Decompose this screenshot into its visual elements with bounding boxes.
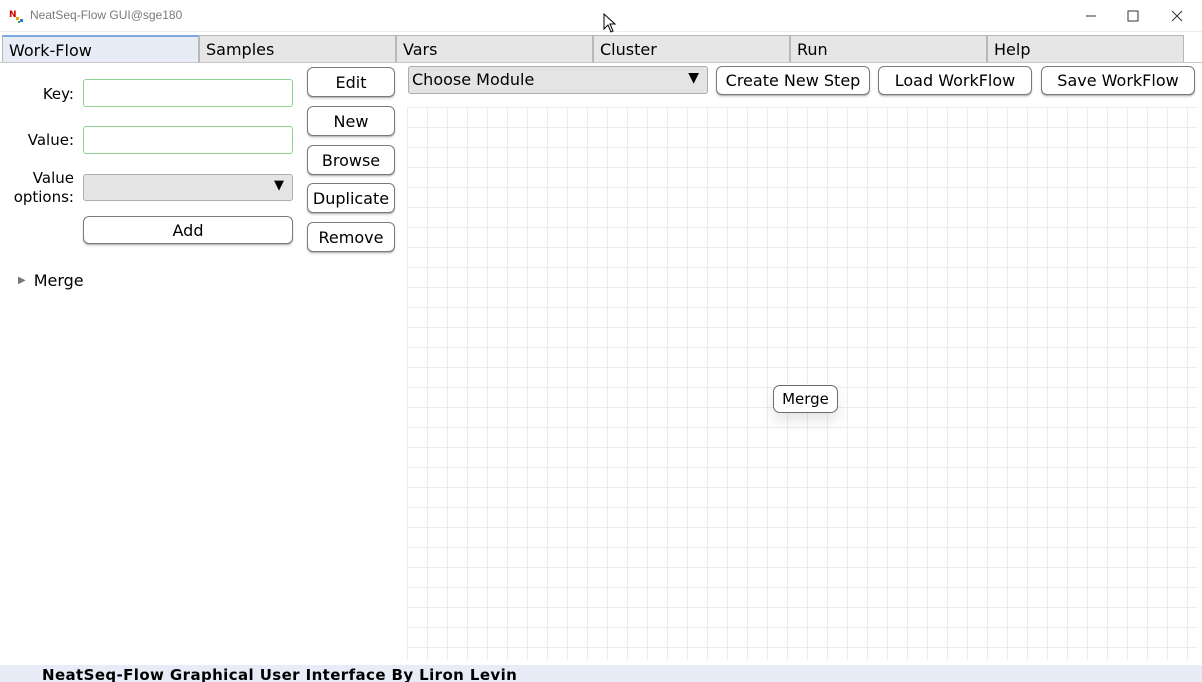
value-options-select[interactable]: ▼ — [83, 174, 293, 201]
close-button[interactable] — [1154, 0, 1200, 32]
workflow-node-merge[interactable]: Merge — [773, 385, 838, 413]
value-options-label-line1: Value — [32, 169, 74, 187]
window-title: NeatSeq-Flow GUI@sge180 — [30, 8, 183, 22]
mouse-cursor-icon — [603, 13, 617, 33]
browse-button[interactable]: Browse — [307, 145, 395, 175]
remove-button[interactable]: Remove — [307, 222, 395, 252]
create-new-step-button[interactable]: Create New Step — [716, 66, 870, 95]
status-text: NeatSeq-Flow Graphical User Interface By… — [42, 666, 518, 682]
choose-module-value: Choose Module — [412, 70, 535, 89]
dropdown-arrow-icon: ▼ — [274, 178, 284, 193]
save-workflow-button[interactable]: Save WorkFlow — [1041, 66, 1195, 95]
key-label: Key: — [42, 85, 74, 103]
tab-help[interactable]: Help — [987, 35, 1184, 63]
tab-divider — [0, 62, 1202, 63]
duplicate-button[interactable]: Duplicate — [307, 183, 395, 213]
tree-item-label: Merge — [33, 271, 84, 290]
edit-button[interactable]: Edit — [307, 67, 395, 97]
tab-samples[interactable]: Samples — [199, 35, 396, 63]
key-input[interactable] — [83, 79, 293, 107]
tree-item-merge[interactable]: ▶ Merge — [18, 271, 84, 290]
tab-work-flow[interactable]: Work-Flow — [2, 35, 199, 63]
tab-run[interactable]: Run — [790, 35, 987, 63]
close-icon — [1171, 10, 1183, 22]
choose-module-select[interactable]: Choose Module ▼ — [408, 66, 708, 94]
expand-arrow-icon[interactable]: ▶ — [18, 275, 26, 286]
tab-vars[interactable]: Vars — [396, 35, 593, 63]
minimize-icon — [1086, 15, 1096, 17]
main-tabs: Work-Flow Samples Vars Cluster Run Help — [2, 35, 1186, 63]
value-options-label-line2: options: — [13, 188, 74, 206]
workflow-canvas[interactable] — [407, 107, 1197, 660]
title-bar: N NeatSeq-Flow GUI@sge180 — [0, 0, 1202, 32]
maximize-icon — [1127, 10, 1139, 22]
tab-cluster[interactable]: Cluster — [593, 35, 790, 63]
neatseq-app-icon: N — [9, 10, 23, 23]
value-options-label: Value options: — [8, 169, 74, 207]
load-workflow-button[interactable]: Load WorkFlow — [878, 66, 1032, 95]
add-button[interactable]: Add — [83, 216, 293, 244]
maximize-button[interactable] — [1110, 0, 1156, 32]
value-label: Value: — [27, 131, 74, 149]
svg-text:N: N — [9, 10, 17, 20]
value-input[interactable] — [83, 126, 293, 154]
status-bar: NeatSeq-Flow Graphical User Interface By… — [0, 665, 1202, 682]
minimize-button[interactable] — [1068, 0, 1114, 32]
new-button[interactable]: New — [307, 106, 395, 136]
dropdown-arrow-icon: ▼ — [688, 70, 699, 86]
